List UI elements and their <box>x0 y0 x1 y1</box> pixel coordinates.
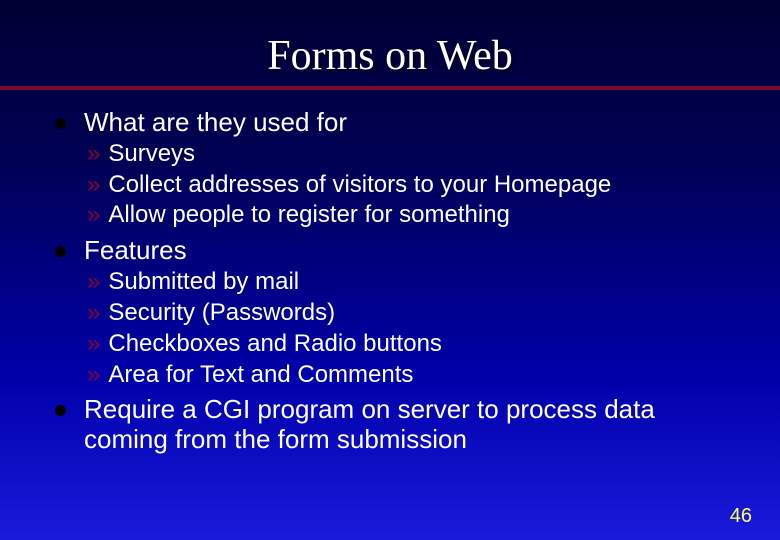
bullet-text: Require a CGI program on server to proce… <box>84 395 740 455</box>
page-number: 46 <box>730 505 752 528</box>
bullet-3: Require a CGI program on server to proce… <box>55 395 740 455</box>
raquo-icon: » <box>87 361 100 390</box>
bullet-1: What are they used for <box>55 108 740 138</box>
sublist-1: » Surveys » Collect addresses of visitor… <box>87 140 740 230</box>
raquo-icon: » <box>87 299 100 328</box>
sub-bullet-text: Checkboxes and Radio buttons <box>108 330 442 359</box>
bullet-dot-icon <box>55 405 66 416</box>
sublist-2: » Submitted by mail » Security (Password… <box>87 268 740 389</box>
divider <box>0 86 780 90</box>
sub-bullet-text: Area for Text and Comments <box>108 361 413 390</box>
raquo-icon: » <box>87 330 100 359</box>
sub-bullet-text: Surveys <box>108 140 195 169</box>
sub-bullet: » Security (Passwords) <box>87 299 740 328</box>
sub-bullet-text: Security (Passwords) <box>108 299 335 328</box>
bullet-dot-icon <box>55 118 66 129</box>
sub-bullet: » Surveys <box>87 140 740 169</box>
bullet-text: What are they used for <box>84 108 347 138</box>
raquo-icon: » <box>87 201 100 230</box>
raquo-icon: » <box>87 171 100 200</box>
raquo-icon: » <box>87 268 100 297</box>
sub-bullet: » Allow people to register for something <box>87 201 740 230</box>
sub-bullet-text: Submitted by mail <box>108 268 299 297</box>
slide-content: What are they used for » Surveys » Colle… <box>0 108 780 455</box>
sub-bullet-text: Allow people to register for something <box>108 201 510 230</box>
sub-bullet: » Submitted by mail <box>87 268 740 297</box>
bullet-2: Features <box>55 236 740 266</box>
sub-bullet: » Area for Text and Comments <box>87 361 740 390</box>
sub-bullet-text: Collect addresses of visitors to your Ho… <box>108 171 611 200</box>
bullet-dot-icon <box>55 246 66 257</box>
slide-title: Forms on Web <box>0 0 780 86</box>
bullet-text: Features <box>84 236 187 266</box>
sub-bullet: » Collect addresses of visitors to your … <box>87 171 740 200</box>
raquo-icon: » <box>87 140 100 169</box>
sub-bullet: » Checkboxes and Radio buttons <box>87 330 740 359</box>
